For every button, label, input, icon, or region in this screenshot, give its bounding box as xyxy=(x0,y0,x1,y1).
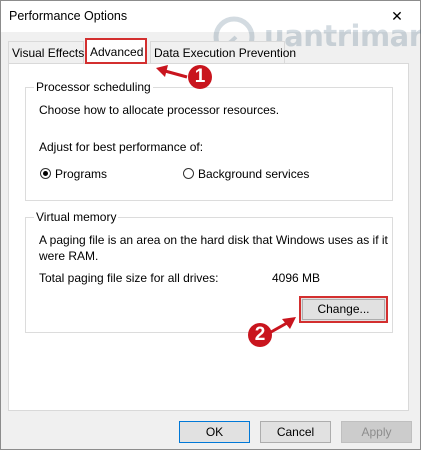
change-button-label: Change... xyxy=(302,299,385,320)
window-title: Performance Options xyxy=(9,9,128,23)
background-services-option[interactable]: Background services xyxy=(182,166,322,182)
radio-checked-icon[interactable] xyxy=(40,168,51,179)
arrow-icon xyxy=(270,317,296,334)
virtual-memory-legend: Virtual memory xyxy=(34,210,119,224)
programs-label: Programs xyxy=(55,167,108,181)
tab-advanced[interactable]: Advanced xyxy=(85,38,147,64)
total-paging-label: Total paging file size for all drives: xyxy=(39,271,219,285)
change-button[interactable]: Change... xyxy=(299,296,388,323)
close-icon: ✕ xyxy=(391,8,403,24)
performance-options-window: Performance Options ✕ uantrimang Visual … xyxy=(0,0,421,450)
virtual-memory-group: Virtual memory A paging file is an area … xyxy=(25,210,393,333)
ok-button[interactable]: OK xyxy=(179,421,250,443)
processor-scheduling-group: Processor scheduling Choose how to alloc… xyxy=(25,80,393,201)
background-services-label: Background services xyxy=(198,167,310,181)
processor-description: Choose how to allocate processor resourc… xyxy=(39,103,280,117)
close-button[interactable]: ✕ xyxy=(374,1,420,32)
processor-scheduling-legend: Processor scheduling xyxy=(34,80,153,94)
tab-visual-effects[interactable]: Visual Effects xyxy=(8,41,84,63)
programs-option[interactable]: Programs xyxy=(39,166,119,182)
apply-button[interactable]: Apply xyxy=(341,421,412,443)
virtual-memory-description-line2: were RAM. xyxy=(39,249,99,263)
title-bar: Performance Options ✕ xyxy=(1,1,420,32)
cancel-button[interactable]: Cancel xyxy=(260,421,331,443)
advanced-tab-panel: Processor scheduling Choose how to alloc… xyxy=(8,63,409,411)
total-paging-value: 4096 MB xyxy=(272,271,321,285)
adjust-label: Adjust for best performance of: xyxy=(39,140,204,154)
radio-unchecked-icon[interactable] xyxy=(183,168,194,179)
tab-data-execution-prevention[interactable]: Data Execution Prevention xyxy=(150,41,296,63)
virtual-memory-description-line1: A paging file is an area on the hard dis… xyxy=(39,233,388,247)
annotation-badge-2: 2 xyxy=(248,323,272,347)
annotation-badge-1: 1 xyxy=(188,65,212,89)
